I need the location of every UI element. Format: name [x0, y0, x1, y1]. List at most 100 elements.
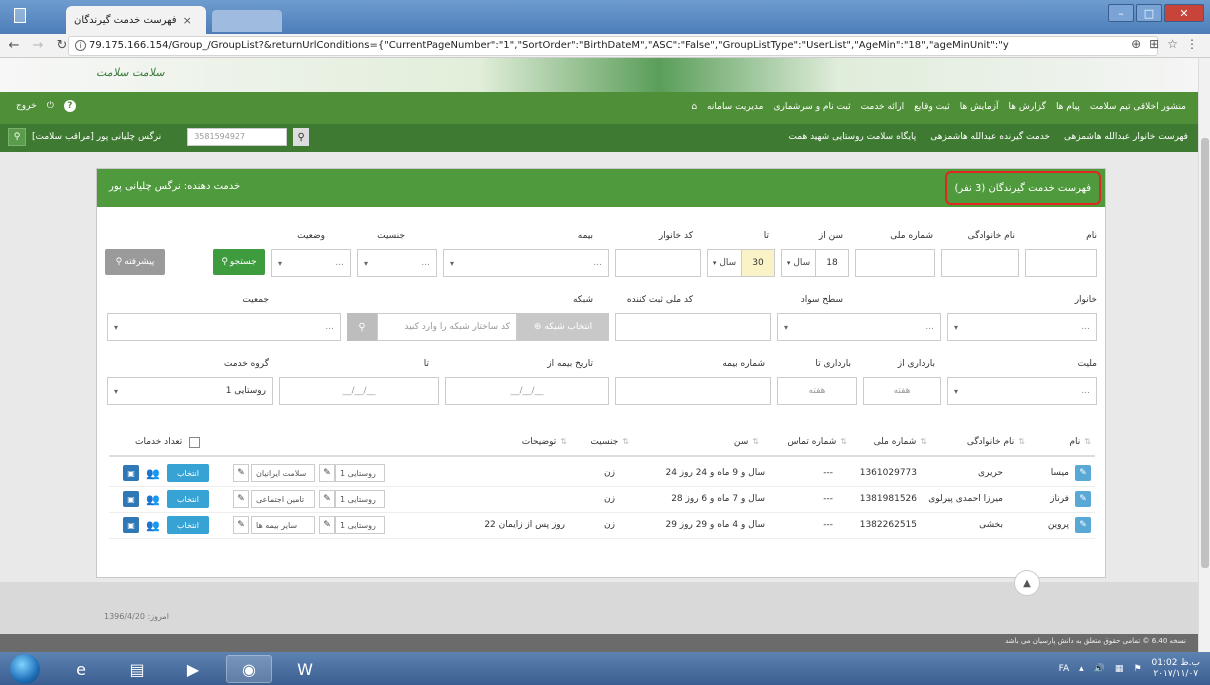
breadcrumb-client[interactable]: خدمت گیرنده عبدالله هاشمزهی — [930, 132, 1050, 142]
select-network-button[interactable]: ⊛ انتخاب شبکه — [517, 313, 609, 341]
family-icon[interactable]: 👥 — [145, 517, 161, 533]
insurance-select[interactable]: ... — [443, 249, 609, 277]
th-phone[interactable]: شماره تماس ⇅ — [787, 437, 847, 447]
pregnancy-to-input[interactable]: هفته — [777, 377, 857, 405]
media-player-icon[interactable]: ▶ — [170, 655, 216, 683]
row-select-button[interactable]: انتخاب — [167, 490, 209, 508]
national-id-quick-input[interactable]: 3581594927 — [187, 128, 288, 146]
exit-link[interactable]: خروج — [16, 101, 37, 111]
notification-icon[interactable]: ⚲ — [8, 128, 26, 146]
zoom-icon[interactable]: ⊕ — [1131, 37, 1141, 51]
breadcrumb-household[interactable]: فهرست خانوار عبدالله هاشمزهی — [1064, 132, 1188, 142]
quick-search-icon[interactable]: ⚲ — [293, 128, 310, 146]
search-button[interactable]: ⚲ جستجو — [213, 249, 265, 275]
start-button-icon[interactable] — [10, 654, 40, 684]
row-group-select[interactable]: روستایی 1 — [335, 464, 385, 482]
row-insurance-select[interactable]: تامین اجتماعی — [251, 490, 315, 508]
row-group-edit-icon[interactable]: ✎ — [319, 464, 335, 482]
menu-item-messages[interactable]: پیام ها — [1056, 102, 1080, 112]
row-edit-icon[interactable]: ✎ — [1075, 465, 1091, 481]
row-select-button[interactable]: انتخاب — [167, 516, 209, 534]
age-to-field[interactable]: ▾ سال 30 — [707, 249, 775, 277]
status-select[interactable]: ... — [271, 249, 351, 277]
education-select[interactable]: ... — [777, 313, 941, 341]
close-window-icon[interactable]: ✕ — [1164, 4, 1204, 22]
menu-item-charter[interactable]: منشور اخلاقی تیم سلامت — [1090, 102, 1186, 112]
row-edit-icon[interactable]: ✎ — [1075, 491, 1091, 507]
row-group-edit-icon[interactable]: ✎ — [319, 516, 335, 534]
menu-item-register[interactable]: ثبت نام و سرشماری — [773, 102, 850, 112]
breadcrumb-health-center[interactable]: پایگاه سلامت روستایی شهید همت — [788, 132, 916, 142]
network-code-input[interactable]: کد ساختار شبکه را وارد کنید — [377, 313, 517, 341]
th-first-name[interactable]: نام ⇅ — [1069, 437, 1091, 447]
pregnancy-from-input[interactable]: هفته — [863, 377, 941, 405]
row-group-select[interactable]: روستایی 1 — [335, 490, 385, 508]
age-from-field[interactable]: ▾ سال 18 — [781, 249, 849, 277]
chrome-icon[interactable]: ◉ — [226, 655, 272, 683]
record-icon[interactable]: ▣ — [123, 465, 139, 481]
info-icon[interactable]: i — [75, 40, 86, 51]
menu-item-service[interactable]: ارائه خدمت — [861, 102, 904, 112]
menu-item-admin[interactable]: مدیریت سامانه — [707, 102, 763, 112]
th-gender[interactable]: جنسیت ⇅ — [590, 437, 629, 447]
volume-icon[interactable]: 🔊 — [1094, 664, 1105, 674]
explorer-icon[interactable]: ▤ — [114, 655, 160, 683]
service-group-select[interactable]: روستایی 1 — [107, 377, 273, 405]
menu-item-events[interactable]: ثبت وقایع — [914, 102, 950, 112]
row-group-select[interactable]: روستایی 1 — [335, 516, 385, 534]
gender-select[interactable]: ... — [357, 249, 437, 277]
population-select[interactable]: ... — [107, 313, 341, 341]
bookmark-star-icon[interactable]: ☆ — [1167, 37, 1178, 51]
family-icon[interactable]: 👥 — [145, 491, 161, 507]
maximize-icon[interactable]: □ — [1136, 4, 1162, 22]
row-select-button[interactable]: میساانتخاب — [167, 464, 209, 482]
table-row[interactable]: ✎ پروین بخشی 1382262515 --- 29 سال و 4 م… — [109, 513, 1095, 539]
family-icon[interactable]: 👥 — [145, 465, 161, 481]
power-icon[interactable]: ⏻ — [47, 101, 54, 111]
record-icon[interactable]: ▣ — [123, 517, 139, 533]
row-insurance-edit-icon[interactable]: ✎ — [233, 516, 249, 534]
forward-icon[interactable]: → — [30, 38, 46, 53]
nationality-select[interactable]: ... — [947, 377, 1097, 405]
first-name-input[interactable] — [1025, 249, 1097, 277]
row-insurance-select[interactable]: سایر بیمه ها — [251, 516, 315, 534]
tray-arrow-icon[interactable]: ▴ — [1079, 664, 1084, 674]
row-insurance-edit-icon[interactable]: ✎ — [233, 464, 249, 482]
registrar-id-input[interactable] — [615, 313, 771, 341]
row-edit-icon[interactable]: ✎ — [1075, 517, 1091, 533]
th-age[interactable]: سن ⇅ — [734, 437, 759, 447]
menu-dots-icon[interactable]: ⋮ — [1186, 37, 1198, 51]
back-icon[interactable]: ← — [6, 38, 22, 53]
help-icon[interactable]: ? — [63, 100, 76, 112]
url-field[interactable]: i 79.175.166.154/Group_/GroupList?&retur… — [68, 36, 1158, 56]
th-national-id[interactable]: شماره ملی ⇅ — [874, 437, 927, 447]
age-to-value[interactable]: 30 — [742, 250, 774, 276]
last-name-input[interactable] — [941, 249, 1019, 277]
national-id-input[interactable] — [855, 249, 935, 277]
clock[interactable]: 01:02 ب.ظ ۲۰۱۷/۱۱/۰۷ — [1152, 658, 1200, 680]
scroll-to-top-icon[interactable]: ▲ — [1014, 570, 1040, 596]
browser-tab-active[interactable]: × فهرست خدمت گیرندگان — [66, 6, 206, 34]
th-last-name[interactable]: نام خانوادگی ⇅ — [967, 437, 1025, 447]
service-count-checkbox[interactable] — [189, 437, 200, 448]
household-code-input[interactable] — [615, 249, 701, 277]
row-insurance-edit-icon[interactable]: ✎ — [233, 490, 249, 508]
browser-tab-inactive[interactable] — [212, 10, 282, 32]
insurance-date-from-input[interactable]: __/__/__ — [445, 377, 609, 405]
translate-icon[interactable]: ⊞ — [1149, 37, 1159, 51]
table-row[interactable]: ✎ میسا حریری 1361029773 --- 24 سال و 9 م… — [109, 461, 1095, 487]
table-row[interactable]: ✎ فرناز میرزا احمدی پیرلوی 1381981526 --… — [109, 487, 1095, 513]
row-group-edit-icon[interactable]: ✎ — [319, 490, 335, 508]
row-insurance-select[interactable]: سلامت ایرانیان — [251, 464, 315, 482]
insurance-no-input[interactable] — [615, 377, 771, 405]
ie-icon[interactable]: e — [58, 655, 104, 683]
tab-close-icon[interactable]: × — [183, 14, 192, 27]
home-icon[interactable]: ⌂ — [691, 102, 697, 112]
insurance-date-to-input[interactable]: __/__/__ — [279, 377, 439, 405]
age-from-value[interactable]: 18 — [816, 250, 848, 276]
language-indicator[interactable]: FA — [1059, 664, 1070, 674]
menu-item-tests[interactable]: آزمایش ها — [960, 102, 999, 112]
minimize-icon[interactable]: – — [1108, 4, 1134, 22]
age-from-unit-select[interactable]: ▾ سال — [782, 250, 816, 276]
network-search-icon[interactable]: ⚲ — [347, 313, 377, 341]
